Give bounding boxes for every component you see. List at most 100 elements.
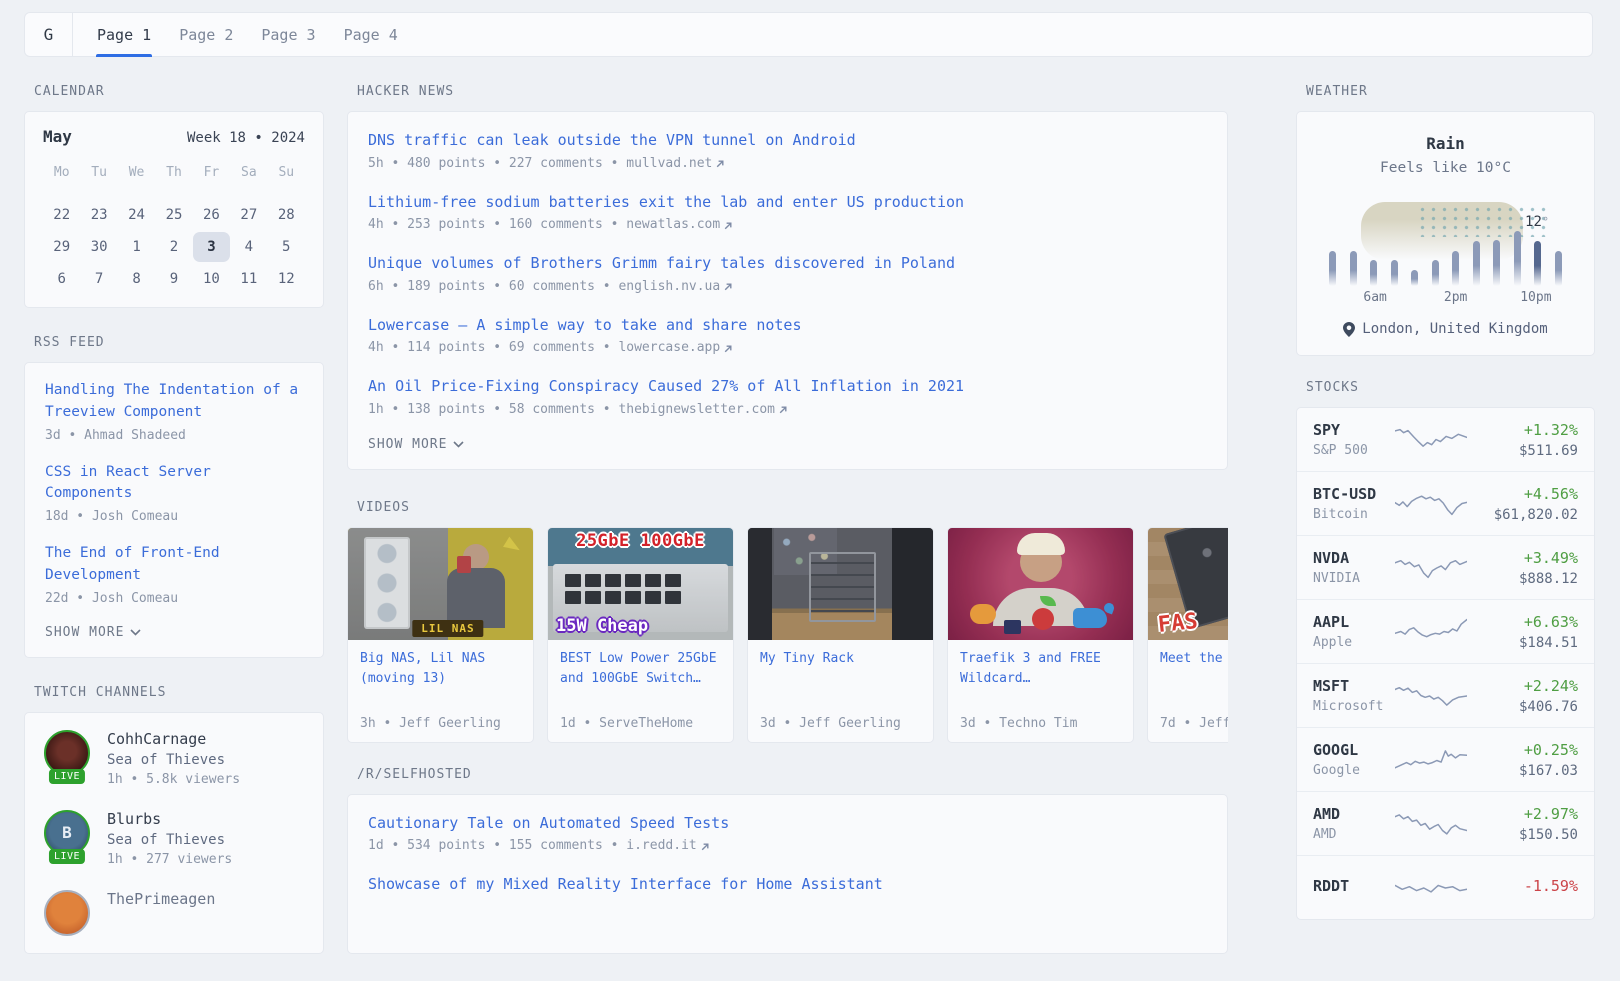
stock-symbol[interactable]: SPY <box>1313 421 1395 439</box>
hn-item-meta: 4h • 253 points • 160 comments • newatla… <box>368 217 1207 233</box>
hn-item-title[interactable]: Unique volumes of Brothers Grimm fairy t… <box>368 252 1207 275</box>
hn-meta-text: 1h • 138 points • 58 comments • thebigne… <box>368 402 775 417</box>
twitch-channel-category[interactable]: Sea of Thieves <box>107 752 240 768</box>
external-link-icon[interactable] <box>700 839 710 854</box>
weekday-label: Mo <box>43 161 80 185</box>
hackernews-widget: HACKER NEWS DNS traffic can leak outside… <box>347 84 1228 470</box>
twitch-channel-row[interactable]: B LIVE Blurbs Sea of Thieves 1h • 277 vi… <box>43 810 305 867</box>
rss-widget: RSS FEED Handling The Indentation of a T… <box>24 335 324 658</box>
video-card[interactable]: LIL NAS Big NAS, Lil NAS (moving 13) 3h … <box>347 527 534 743</box>
weather-bar <box>1370 260 1377 286</box>
stock-row[interactable]: MSFT Microsoft +2.24% $406.76 <box>1297 663 1594 727</box>
video-meta: 3h • Jeff Geerling <box>360 716 501 731</box>
twitch-channel-name[interactable]: ThePrimeagen <box>107 890 215 908</box>
external-link-icon[interactable] <box>723 280 733 295</box>
twitch-channel-row[interactable]: ThePrimeagen <box>43 890 305 936</box>
twitch-channel-viewers: 1h • 277 viewers <box>107 852 232 867</box>
rss-show-more-button[interactable]: SHOW MORE <box>45 625 303 640</box>
stock-symbol[interactable]: MSFT <box>1313 677 1395 695</box>
video-card[interactable]: FAS Meet the Linux Clu… 7d • Jeff Geerli… <box>1147 527 1228 743</box>
stock-row[interactable]: RDDT -1.59% <box>1297 855 1594 919</box>
reddit-item-title[interactable]: Showcase of my Mixed Reality Interface f… <box>368 873 1207 896</box>
hn-show-more-button[interactable]: SHOW MORE <box>368 437 1207 452</box>
video-card[interactable]: Traefik 3 and FREE Wildcard… 3d • Techno… <box>947 527 1134 743</box>
video-thumbnail[interactable]: 25GbE 100GbE 15W Cheap <box>548 528 733 640</box>
hn-item-meta: 5h • 480 points • 227 comments • mullvad… <box>368 156 1207 172</box>
rss-item: CSS in React Server Components 18d • Jos… <box>45 462 303 525</box>
video-title[interactable]: Traefik 3 and FREE Wildcard… <box>960 649 1121 689</box>
video-title[interactable]: Big NAS, Lil NAS (moving 13) <box>360 649 521 689</box>
video-thumbnail[interactable]: FAS <box>1148 528 1228 640</box>
hn-item-title[interactable]: DNS traffic can leak outside the VPN tun… <box>368 129 1207 152</box>
rss-item-title[interactable]: CSS in React Server Components <box>45 462 303 506</box>
hn-item-meta: 6h • 189 points • 60 comments • english.… <box>368 279 1207 295</box>
stock-values: +2.24% $406.76 <box>1467 677 1578 715</box>
reddit-item-title[interactable]: Cautionary Tale on Automated Speed Tests <box>368 812 1207 835</box>
video-card[interactable]: My Tiny Rack 3d • Jeff Geerling <box>747 527 934 743</box>
weather-location[interactable]: London, United Kingdom <box>1313 321 1578 337</box>
twitch-card: LIVE CohhCarnage Sea of Thieves 1h • 5.8… <box>24 712 324 954</box>
stock-row[interactable]: AMD AMD +2.97% $150.50 <box>1297 791 1594 855</box>
calendar-day-cell: 8 <box>118 264 155 294</box>
tab-page-2[interactable]: Page 2 <box>165 13 247 56</box>
video-card[interactable]: 25GbE 100GbE 15W Cheap BEST Low Power 25… <box>547 527 734 743</box>
calendar-day-cell: 29 <box>43 232 80 262</box>
video-title[interactable]: Meet the Linux Clu… <box>1160 649 1228 669</box>
rss-item-title[interactable]: The End of Front-End Development <box>45 543 303 587</box>
calendar-widget: CALENDAR May Week 18 • 2024 Mo Tu We Th … <box>24 84 324 308</box>
tab-page-4[interactable]: Page 4 <box>330 13 412 56</box>
stock-row[interactable]: NVDA NVIDIA +3.49% $888.12 <box>1297 535 1594 599</box>
stock-row[interactable]: AAPL Apple +6.63% $184.51 <box>1297 599 1594 663</box>
stock-row[interactable]: SPY S&P 500 +1.32% $511.69 <box>1297 408 1594 471</box>
external-link-icon[interactable] <box>778 403 788 418</box>
stock-symbol[interactable]: GOOGL <box>1313 741 1395 759</box>
app-logo[interactable]: G <box>25 13 73 56</box>
stock-values: +4.56% $61,820.02 <box>1467 485 1578 523</box>
calendar-today-cell: 3 <box>193 232 230 262</box>
weather-card: Rain Feels like 10°C 12° 6am 2pm 10pm Lo… <box>1296 111 1595 356</box>
ports-graphic <box>565 574 681 604</box>
twitch-channel-name[interactable]: CohhCarnage <box>107 730 240 748</box>
stock-symbol[interactable]: AAPL <box>1313 613 1395 631</box>
thumbnail-caption: 15W Cheap <box>556 616 648 636</box>
video-title[interactable]: My Tiny Rack <box>760 649 921 669</box>
weekday-label: Fr <box>193 161 230 185</box>
external-link-icon[interactable] <box>723 218 733 233</box>
reddit-item: Showcase of my Mixed Reality Interface f… <box>368 873 1207 896</box>
stock-symbol[interactable]: NVDA <box>1313 549 1395 567</box>
weather-bars <box>1329 222 1562 286</box>
stock-values: +6.63% $184.51 <box>1467 613 1578 651</box>
stock-id: AAPL Apple <box>1313 613 1395 650</box>
video-thumbnail[interactable] <box>948 528 1133 640</box>
external-link-icon[interactable] <box>715 157 725 172</box>
stock-sparkline <box>1395 487 1467 521</box>
stock-row[interactable]: GOOGL Google +0.25% $167.03 <box>1297 727 1594 791</box>
stock-change: +6.63% <box>1467 613 1578 631</box>
stock-symbol[interactable]: BTC-USD <box>1313 485 1395 503</box>
weather-bar <box>1555 251 1562 286</box>
stock-symbol[interactable]: RDDT <box>1313 877 1395 895</box>
hn-item-title[interactable]: An Oil Price-Fixing Conspiracy Caused 27… <box>368 375 1207 398</box>
calendar-section-title: CALENDAR <box>34 84 324 99</box>
hn-meta-text: 5h • 480 points • 227 comments • mullvad… <box>368 156 712 171</box>
stock-id: SPY S&P 500 <box>1313 421 1395 458</box>
stock-id: AMD AMD <box>1313 805 1395 842</box>
stock-symbol[interactable]: AMD <box>1313 805 1395 823</box>
lock-icon <box>1004 620 1021 634</box>
twitch-channel-category[interactable]: Sea of Thieves <box>107 832 232 848</box>
arrow-graphic <box>503 536 523 555</box>
thumbnail-caption: FAS <box>1157 608 1199 637</box>
reddit-section-title: /R/SELFHOSTED <box>357 767 1228 782</box>
stock-row[interactable]: BTC-USD Bitcoin +4.56% $61,820.02 <box>1297 471 1594 535</box>
tab-page-1[interactable]: Page 1 <box>83 13 165 56</box>
external-link-icon[interactable] <box>723 341 733 356</box>
tab-page-3[interactable]: Page 3 <box>247 13 329 56</box>
video-title[interactable]: BEST Low Power 25GbE and 100GbE Switch… <box>560 649 721 689</box>
video-thumbnail[interactable]: LIL NAS <box>348 528 533 640</box>
twitch-channel-row[interactable]: LIVE CohhCarnage Sea of Thieves 1h • 5.8… <box>43 730 305 787</box>
rss-item-title[interactable]: Handling The Indentation of a Treeview C… <box>45 380 303 424</box>
hn-item-title[interactable]: Lowercase – A simple way to take and sha… <box>368 314 1207 337</box>
hn-item-title[interactable]: Lithium-free sodium batteries exit the l… <box>368 191 1207 214</box>
video-thumbnail[interactable] <box>748 528 933 640</box>
twitch-channel-name[interactable]: Blurbs <box>107 810 232 828</box>
